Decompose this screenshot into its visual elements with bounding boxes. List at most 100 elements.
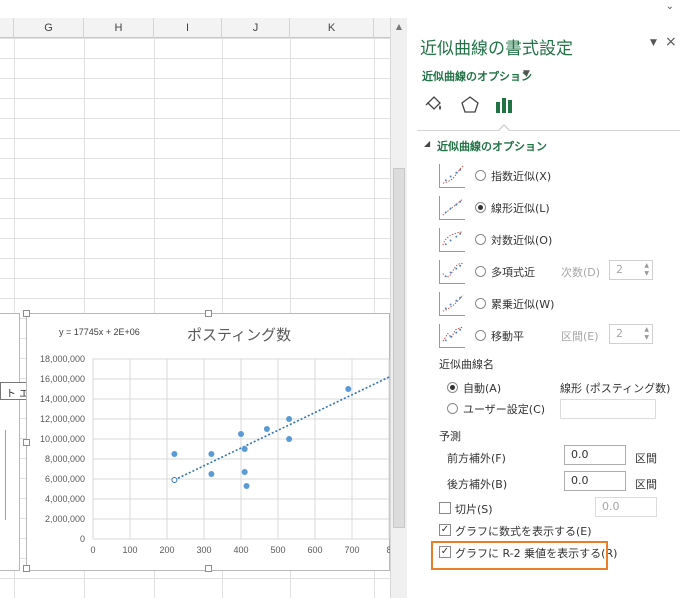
spinner-arrows-icon[interactable]: ▲ ▼ bbox=[644, 326, 649, 342]
data-point[interactable] bbox=[208, 451, 215, 457]
column-header-h[interactable]: H bbox=[84, 18, 154, 38]
trend-type-row[interactable]: 多項式近 次数(D) 2 ▲ ▼ bbox=[439, 260, 669, 286]
trend-type-row[interactable]: 線形近似(L) bbox=[439, 196, 669, 222]
intercept-checkbox[interactable] bbox=[439, 502, 451, 514]
trend-type-label[interactable]: 対数近似(O) bbox=[491, 232, 552, 248]
x-tick-label: 200 bbox=[159, 545, 174, 555]
column-header-bar: G H I J K bbox=[0, 18, 390, 38]
x-tick-label: 500 bbox=[270, 545, 285, 555]
grid-row-line bbox=[0, 258, 390, 259]
y-tick-label: 0 bbox=[80, 534, 85, 544]
trend-type-label[interactable]: 線形近似(L) bbox=[491, 200, 550, 216]
trend-type-radio[interactable] bbox=[475, 170, 486, 181]
spreadsheet[interactable]: G H I J K ト エリア 02,000,0004,000,0006,000… bbox=[0, 0, 391, 598]
scroll-thumb[interactable] bbox=[393, 168, 405, 528]
trend-extra-spinner[interactable]: 2 ▲ ▼ bbox=[609, 324, 653, 344]
data-point[interactable] bbox=[171, 451, 178, 457]
intercept-input[interactable]: 0.0 bbox=[595, 497, 657, 517]
pane-top-area: ⌄ bbox=[407, 0, 680, 18]
trend-extra-spinner[interactable]: 2 ▲ ▼ bbox=[609, 260, 653, 280]
data-point[interactable] bbox=[241, 469, 248, 475]
trend-type-row[interactable]: 対数近似(O) bbox=[439, 228, 669, 254]
pane-title: 近似曲線の書式設定 bbox=[420, 39, 573, 59]
trend-extra-label: 区間(E) bbox=[561, 330, 599, 343]
vertical-scrollbar[interactable]: ▲ bbox=[390, 18, 407, 598]
chart-resize-handle-tl[interactable] bbox=[23, 310, 30, 317]
y-tick-label: 4,000,000 bbox=[45, 494, 85, 504]
custom-name-input[interactable] bbox=[560, 399, 656, 419]
grid-row-line bbox=[0, 218, 390, 219]
backward-forecast-input[interactable]: 0.0 bbox=[564, 471, 626, 491]
format-trendline-pane[interactable]: 近似曲線の書式設定 ▼ × 近似曲線のオプション ▼ ◢ 近似曲線のオプション … bbox=[407, 18, 680, 598]
trend-type-row[interactable]: 移動平 区間(E) 2 ▲ ▼ bbox=[439, 324, 669, 350]
close-icon[interactable]: × bbox=[665, 34, 677, 50]
trendline-thumbnail-icon bbox=[439, 292, 465, 316]
data-point[interactable] bbox=[243, 483, 250, 489]
trendline-options-icon[interactable] bbox=[493, 94, 515, 116]
column-header-k[interactable]: K bbox=[290, 18, 374, 38]
trendline-equation[interactable]: y = 17745x + 2E+06 bbox=[59, 327, 140, 337]
trend-type-radio[interactable] bbox=[475, 330, 486, 341]
trendline-options-menu[interactable]: 近似曲線のオプション bbox=[422, 68, 532, 84]
y-tick-label: 12,000,000 bbox=[40, 414, 85, 424]
trendline-thumbnail-icon bbox=[439, 228, 465, 252]
column-header-partial[interactable] bbox=[0, 18, 14, 38]
data-point[interactable] bbox=[238, 431, 244, 437]
column-header-i[interactable]: I bbox=[154, 18, 222, 38]
fill-line-icon[interactable] bbox=[423, 94, 445, 116]
chart-title[interactable]: ポスティング数 bbox=[187, 324, 291, 345]
data-point[interactable] bbox=[286, 436, 293, 442]
data-point[interactable] bbox=[345, 386, 352, 392]
column-header-g[interactable]: G bbox=[14, 18, 84, 38]
trend-type-label[interactable]: 多項式近 bbox=[491, 264, 535, 280]
custom-name-radio[interactable] bbox=[447, 403, 458, 414]
data-point[interactable] bbox=[286, 416, 293, 422]
backward-forecast-label: 後方補外(B) bbox=[447, 478, 508, 491]
forward-forecast-input[interactable]: 0.0 bbox=[564, 445, 626, 465]
chart-resize-handle-b[interactable] bbox=[205, 565, 212, 572]
ribbon-collapse-icon[interactable]: ⌄ bbox=[666, 1, 674, 12]
show-equation-label[interactable]: グラフに数式を表示する(E) bbox=[455, 523, 592, 539]
grid-row-line bbox=[0, 158, 390, 159]
intercept-label[interactable]: 切片(S) bbox=[455, 501, 493, 517]
y-tick-label: 6,000,000 bbox=[45, 474, 85, 484]
chart-plot[interactable]: 0 2,000,000 4,000,000 6,000,000 8,000,000 10,… bbox=[27, 314, 391, 572]
data-point[interactable] bbox=[241, 446, 248, 452]
trend-type-row[interactable]: 指数近似(X) bbox=[439, 164, 669, 190]
grid-row-line bbox=[0, 138, 390, 139]
forward-forecast-unit: 区間 bbox=[635, 452, 657, 465]
grid-row-line bbox=[0, 118, 390, 119]
section-header-trendline-options[interactable]: 近似曲線のオプション bbox=[437, 138, 547, 154]
auto-name-label[interactable]: 自動(A) bbox=[463, 380, 501, 396]
chart-resize-handle-l[interactable] bbox=[23, 439, 30, 446]
left-chart-fragment[interactable] bbox=[0, 313, 20, 571]
chevron-down-icon[interactable]: ▼ bbox=[523, 69, 530, 79]
y-tick-label: 16,000,000 bbox=[40, 374, 85, 384]
chart-resize-handle-bl[interactable] bbox=[23, 565, 30, 572]
x-tick-label: 300 bbox=[196, 545, 211, 555]
show-equation-checkbox[interactable]: ✓ bbox=[439, 524, 451, 536]
trend-type-row[interactable]: 累乗近似(W) bbox=[439, 292, 669, 318]
trend-type-radio[interactable] bbox=[475, 298, 486, 309]
custom-name-label[interactable]: ユーザー設定(C) bbox=[463, 401, 545, 417]
column-header-j[interactable]: J bbox=[222, 18, 290, 38]
data-point[interactable] bbox=[208, 471, 215, 477]
trend-type-label[interactable]: 累乗近似(W) bbox=[491, 296, 554, 312]
scroll-up-icon[interactable]: ▲ bbox=[391, 18, 407, 35]
pane-options-dropdown-icon[interactable]: ▼ bbox=[650, 38, 657, 48]
trend-type-radio[interactable] bbox=[475, 234, 486, 245]
effects-icon[interactable] bbox=[459, 94, 481, 116]
y-tick-label: 10,000,000 bbox=[40, 434, 85, 444]
trend-type-radio[interactable] bbox=[475, 202, 486, 213]
chart-resize-handle-t[interactable] bbox=[205, 310, 212, 317]
trend-extra-value[interactable]: 2 bbox=[616, 263, 623, 276]
auto-name-radio[interactable] bbox=[447, 382, 458, 393]
trend-type-label[interactable]: 移動平 bbox=[491, 328, 524, 344]
spinner-arrows-icon[interactable]: ▲ ▼ bbox=[644, 262, 649, 278]
trend-type-label[interactable]: 指数近似(X) bbox=[491, 168, 551, 184]
data-point[interactable] bbox=[263, 426, 270, 432]
collapse-triangle-icon[interactable]: ◢ bbox=[424, 139, 430, 148]
scatter-chart[interactable]: 0 2,000,000 4,000,000 6,000,000 8,000,000 10,… bbox=[23, 310, 391, 572]
trend-extra-value[interactable]: 2 bbox=[616, 327, 623, 340]
trend-type-radio[interactable] bbox=[475, 266, 486, 277]
